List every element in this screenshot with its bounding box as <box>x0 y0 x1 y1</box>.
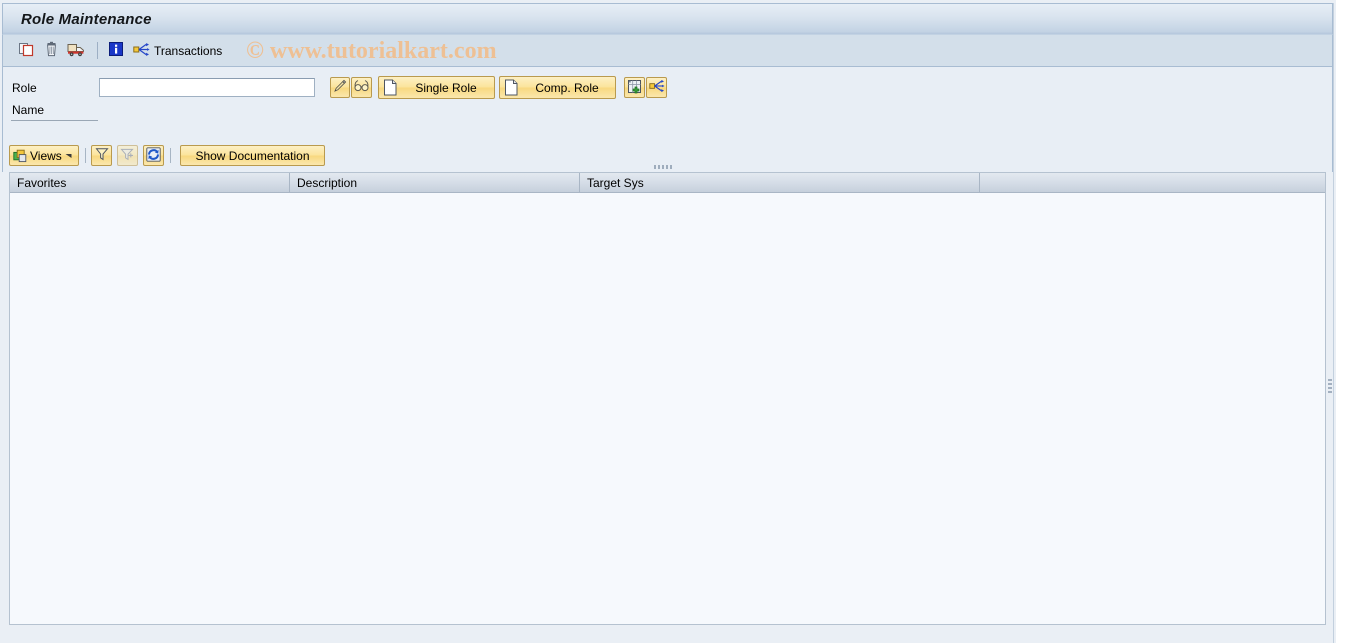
table-header-row: Favorites Description Target Sys <box>10 173 1325 193</box>
funnel-delete-icon <box>120 147 135 164</box>
name-field-underline <box>11 120 98 121</box>
pencil-icon <box>333 79 347 96</box>
column-header-target-sys[interactable]: Target Sys <box>580 173 980 193</box>
views-separator-2 <box>170 148 171 163</box>
transport-role-button[interactable] <box>65 40 87 62</box>
window-right-edge <box>1333 3 1334 643</box>
create-role-button[interactable] <box>624 77 645 98</box>
single-role-button[interactable]: Single Role <box>378 76 495 99</box>
vertical-splitter-handle[interactable] <box>1327 374 1332 398</box>
show-documentation-button[interactable]: Show Documentation <box>180 145 325 166</box>
set-filter-button[interactable] <box>91 145 112 166</box>
change-role-button[interactable] <box>330 77 350 98</box>
views-button-label: Views <box>30 148 62 163</box>
derive-icon <box>648 79 665 96</box>
column-header-favorites[interactable]: Favorites <box>10 173 290 193</box>
table-body <box>10 193 1325 624</box>
views-icon <box>13 149 27 163</box>
information-button[interactable] <box>105 40 127 62</box>
delete-role-button[interactable] <box>40 40 62 62</box>
refresh-button[interactable] <box>143 145 164 166</box>
funnel-icon <box>94 147 109 164</box>
composite-role-button[interactable]: Comp. Role <box>499 76 616 99</box>
role-input[interactable] <box>99 78 315 97</box>
derive-role-button[interactable] <box>646 77 667 98</box>
document-icon <box>504 79 519 96</box>
transactions-button-label: Transactions <box>154 43 223 58</box>
copy-role-button[interactable] <box>15 40 37 62</box>
copy-icon <box>18 41 35 61</box>
display-role-button[interactable] <box>351 77 372 98</box>
glasses-icon <box>354 79 369 96</box>
create-icon <box>627 79 642 97</box>
toolbar-separator-1 <box>97 42 98 59</box>
column-header-description[interactable]: Description <box>290 173 580 193</box>
single-role-button-label: Single Role <box>415 80 477 95</box>
views-dropdown-button[interactable]: Views <box>9 145 79 166</box>
truck-icon <box>67 41 85 61</box>
show-documentation-button-label: Show Documentation <box>195 148 310 163</box>
window-title-bar: Role Maintenance <box>2 3 1333 34</box>
column-header-blank[interactable] <box>980 173 1325 193</box>
favorites-table: Favorites Description Target Sys <box>9 172 1326 625</box>
trash-icon <box>43 41 60 61</box>
document-icon <box>383 79 398 96</box>
transactions-icon <box>133 42 150 60</box>
info-icon <box>108 41 124 60</box>
application-toolbar: Transactions <box>2 34 1333 67</box>
page-title: Role Maintenance <box>21 10 152 28</box>
role-field-label: Role <box>12 81 37 95</box>
delete-filter-button[interactable] <box>117 145 138 166</box>
views-separator-1 <box>85 148 86 163</box>
sap-role-maintenance-window: Role Maintenance Transactions © www.tuto… <box>0 0 1348 643</box>
refresh-icon <box>146 146 161 165</box>
horizontal-splitter-handle[interactable] <box>654 164 684 170</box>
name-field-label: Name <box>12 103 45 117</box>
transactions-button[interactable]: Transactions <box>130 40 227 62</box>
composite-role-button-label: Comp. Role <box>535 80 599 95</box>
chevron-down-icon <box>64 151 75 160</box>
